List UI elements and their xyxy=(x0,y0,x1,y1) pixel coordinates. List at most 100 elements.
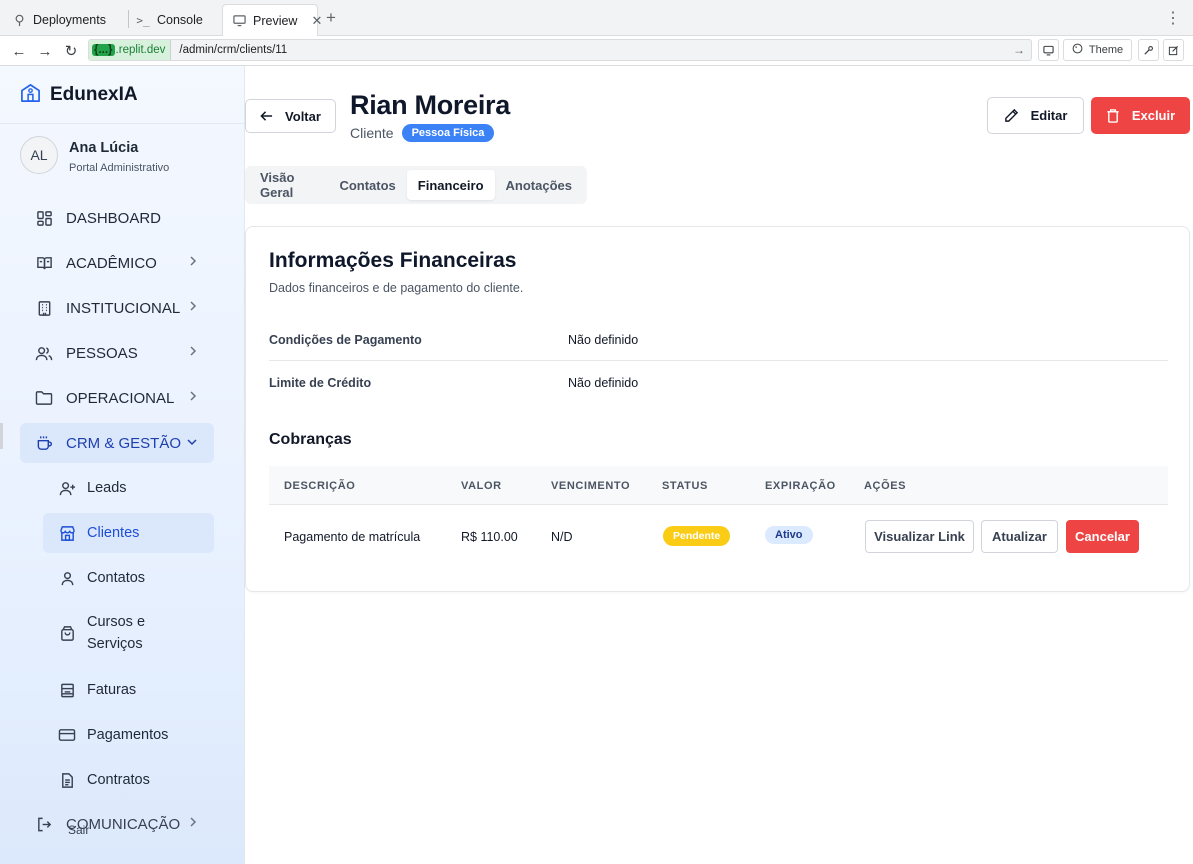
sidebar-subitem-label: Pagamentos xyxy=(87,727,169,743)
sidebar-item-contatos[interactable]: Contatos xyxy=(43,558,214,598)
sidebar-item-label: ACADÊMICO xyxy=(66,254,157,272)
sidebar-subitem-label: Clientes xyxy=(87,525,140,541)
close-icon[interactable]: ✕ xyxy=(311,13,322,29)
charge-value: R$ 110.00 xyxy=(461,530,518,544)
sidebar-item-leads[interactable]: Leads xyxy=(43,468,214,508)
brand[interactable]: EdunexIA xyxy=(20,82,138,108)
sidebar-subitem-label: Contratos xyxy=(87,772,150,788)
browser-tab-bar: Deployments >_ Console Preview ✕ + ⋮ xyxy=(0,0,1193,36)
trash-icon xyxy=(1106,108,1120,123)
user-name: Ana Lúcia xyxy=(69,140,139,156)
divider xyxy=(0,123,244,124)
cancel-charge-button[interactable]: Cancelar xyxy=(1066,520,1139,553)
credit-limit-label: Limite de Crédito xyxy=(269,376,372,390)
sidebar-item-clientes[interactable]: Clientes xyxy=(43,513,214,553)
back-button[interactable]: Voltar xyxy=(245,99,336,133)
sidebar-subitem-label: Contatos xyxy=(87,570,146,586)
user-icon xyxy=(57,568,77,588)
tab-contatos[interactable]: Contatos xyxy=(328,170,406,200)
chevron-right-icon xyxy=(188,299,198,316)
column-header: VENCIMENTO xyxy=(551,480,631,492)
column-header: EXPIRAÇÃO xyxy=(765,480,836,492)
monitor-icon xyxy=(233,14,246,28)
chevron-right-icon xyxy=(188,815,198,832)
url-input[interactable]: {...} .replit.dev /admin/crm/clients/11 … xyxy=(88,39,1032,61)
sidebar-item-academico[interactable]: ACADÊMICO xyxy=(20,243,214,283)
browser-tab-preview[interactable]: Preview ✕ xyxy=(222,4,322,36)
sidebar-item-comunicacao[interactable]: COMUNICAÇÃO xyxy=(20,804,214,844)
reload-icon[interactable]: ↻ xyxy=(62,42,80,60)
theme-button[interactable]: Theme xyxy=(1063,39,1132,61)
client-type-badge: Pessoa Física xyxy=(401,124,495,142)
client-label: Cliente xyxy=(350,125,394,141)
url-host-badge: {...} xyxy=(92,44,115,56)
main-content: Voltar Rian Moreira Cliente Pessoa Físic… xyxy=(245,66,1193,864)
sidebar: EdunexIA AL Ana Lúcia Portal Administrat… xyxy=(0,66,245,864)
device-icon[interactable] xyxy=(1038,39,1059,61)
palette-icon xyxy=(1072,43,1083,57)
card-title: Informações Financeiras xyxy=(269,249,517,272)
sidebar-item-crm-gestao[interactable]: CRM & GESTÃO xyxy=(20,423,214,463)
edit-button[interactable]: Editar xyxy=(987,97,1084,134)
avatar[interactable]: AL xyxy=(20,136,58,174)
file-text-icon xyxy=(57,770,77,790)
back-arrow-icon[interactable]: ← xyxy=(10,42,28,60)
table-header: DESCRIÇÃO VALOR VENCIMENTO STATUS EXPIRA… xyxy=(269,466,1168,505)
chevron-right-icon xyxy=(188,389,198,406)
sidebar-subitem-label: Leads xyxy=(87,480,127,496)
more-vert-icon[interactable]: ⋮ xyxy=(1165,8,1181,28)
card-description: Dados financeiros e de pagamento do clie… xyxy=(269,281,524,295)
new-tab-button[interactable]: + xyxy=(326,8,336,28)
user-plus-icon xyxy=(57,478,77,498)
sidebar-item-dashboard[interactable]: DASHBOARD xyxy=(20,198,214,238)
book-icon xyxy=(34,253,54,273)
dashboard-icon xyxy=(34,208,54,228)
arrow-left-icon xyxy=(260,110,273,122)
forward-arrow-icon[interactable]: → xyxy=(36,42,54,60)
page-title: Rian Moreira xyxy=(350,90,510,120)
sidebar-resize-handle[interactable] xyxy=(0,423,3,449)
financial-card: Informações Financeiras Dados financeiro… xyxy=(245,226,1190,592)
folder-icon xyxy=(34,388,54,408)
sidebar-item-label: DASHBOARD xyxy=(66,209,162,227)
view-link-button[interactable]: Visualizar Link xyxy=(865,520,974,553)
update-button[interactable]: Atualizar xyxy=(981,520,1058,553)
logout-button[interactable]: Sair xyxy=(68,823,89,837)
go-arrow-icon[interactable]: → xyxy=(1013,43,1025,57)
tab-visao-geral[interactable]: Visão Geral xyxy=(249,170,328,200)
browser-tab-label: Deployments xyxy=(33,13,106,27)
browser-tab-console[interactable]: >_ Console xyxy=(126,4,213,36)
credit-card-icon xyxy=(57,725,77,745)
sidebar-item-operacional[interactable]: OPERACIONAL xyxy=(20,378,214,418)
sidebar-item-contratos[interactable]: Contratos xyxy=(43,760,214,800)
external-link-icon[interactable] xyxy=(1163,39,1184,61)
browser-tab-deployments[interactable]: Deployments xyxy=(2,4,116,36)
back-label: Voltar xyxy=(285,108,321,124)
chevron-right-icon xyxy=(188,344,198,361)
sidebar-item-institucional[interactable]: INSTITUCIONAL xyxy=(20,288,214,328)
logout-label: Sair xyxy=(68,823,90,837)
address-bar: ← → ↻ {...} .replit.dev /admin/crm/clien… xyxy=(0,36,1193,66)
sidebar-item-cursos-servicos[interactable]: Cursos e Serviços xyxy=(43,611,163,655)
tab-anotacoes[interactable]: Anotações xyxy=(495,170,583,200)
sidebar-item-pessoas[interactable]: PESSOAS xyxy=(20,333,214,373)
payment-terms-value: Não definido xyxy=(568,333,639,347)
building-icon xyxy=(34,298,54,318)
expiration-badge: Ativo xyxy=(765,526,813,544)
sidebar-item-faturas[interactable]: Faturas xyxy=(43,670,214,710)
charge-description: Pagamento de matrícula xyxy=(284,530,421,544)
delete-label: Excluir xyxy=(1131,108,1176,123)
sidebar-item-pagamentos[interactable]: Pagamentos xyxy=(43,715,214,755)
sidebar-item-label: CRM & GESTÃO xyxy=(66,434,182,452)
delete-button[interactable]: Excluir xyxy=(1091,97,1190,134)
credit-limit-value: Não definido xyxy=(568,376,639,390)
url-host-text: .replit.dev xyxy=(115,44,166,56)
chevron-right-icon xyxy=(188,254,198,271)
tab-financeiro[interactable]: Financeiro xyxy=(406,170,495,200)
url-path: /admin/crm/clients/11 xyxy=(179,44,288,56)
cup-icon xyxy=(34,433,54,453)
users-icon xyxy=(34,343,54,363)
wrench-icon[interactable] xyxy=(1138,39,1159,61)
logout-icon xyxy=(34,814,54,834)
sidebar-item-label: INSTITUCIONAL xyxy=(66,299,181,317)
